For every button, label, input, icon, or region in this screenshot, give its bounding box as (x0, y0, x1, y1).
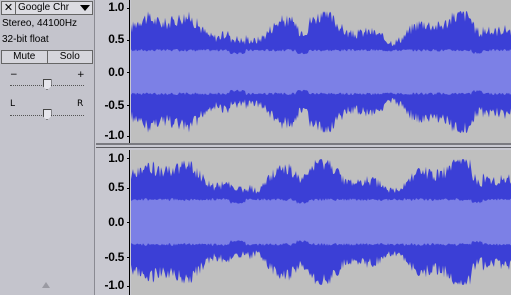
ruler-label-ch1-1: 1.0 (108, 0, 124, 14)
ruler-label-ch1-5: -1.0 (104, 128, 125, 142)
close-track-button[interactable]: ✕ (2, 2, 16, 14)
track-bit-depth-label: 32-bit float (2, 34, 49, 45)
track-control-panel: ✕ Google Chr Stereo, 44100Hz 32-bit floa… (0, 0, 95, 295)
collapse-arrow-icon[interactable] (42, 282, 50, 288)
dropdown-arrow-icon[interactable] (78, 2, 92, 14)
pan-slider[interactable] (10, 107, 84, 123)
waveform-left-svg (131, 11, 511, 133)
ruler-label-ch1-4: -0.5 (104, 98, 125, 112)
ruler-label-ch2-5: -1.0 (104, 278, 125, 292)
mute-solo-group: Mute Solo (1, 50, 93, 64)
gain-slider-thumb[interactable] (42, 79, 52, 90)
channel-divider (96, 143, 511, 145)
waveform-rms (131, 198, 511, 246)
ruler-label-ch2-3: 0.0 (108, 215, 124, 229)
mute-button[interactable]: Mute (2, 51, 48, 63)
waveform-right-svg (131, 159, 511, 285)
gain-slider[interactable] (10, 77, 84, 93)
ruler-label-ch2-4: -0.5 (104, 250, 125, 264)
ruler-label-ch1-2: 0.5 (108, 32, 124, 46)
ruler-label-ch1-3: 0.0 (108, 65, 124, 79)
ruler-label-ch2-2: 0.5 (108, 180, 124, 194)
solo-button[interactable]: Solo (48, 51, 93, 63)
waveform-channel-right[interactable] (131, 150, 511, 295)
ruler-label-ch2-1: 1.0 (108, 151, 124, 165)
waveform-rms (131, 49, 511, 95)
waveform-channel-left[interactable] (131, 0, 511, 143)
track-format-label: Stereo, 44100Hz (2, 18, 78, 29)
pan-slider-thumb[interactable] (42, 109, 52, 120)
track-title-bar: ✕ Google Chr (1, 1, 93, 15)
channel-divider-shadow (96, 147, 511, 148)
track-name-menu[interactable]: Google Chr (16, 2, 78, 14)
